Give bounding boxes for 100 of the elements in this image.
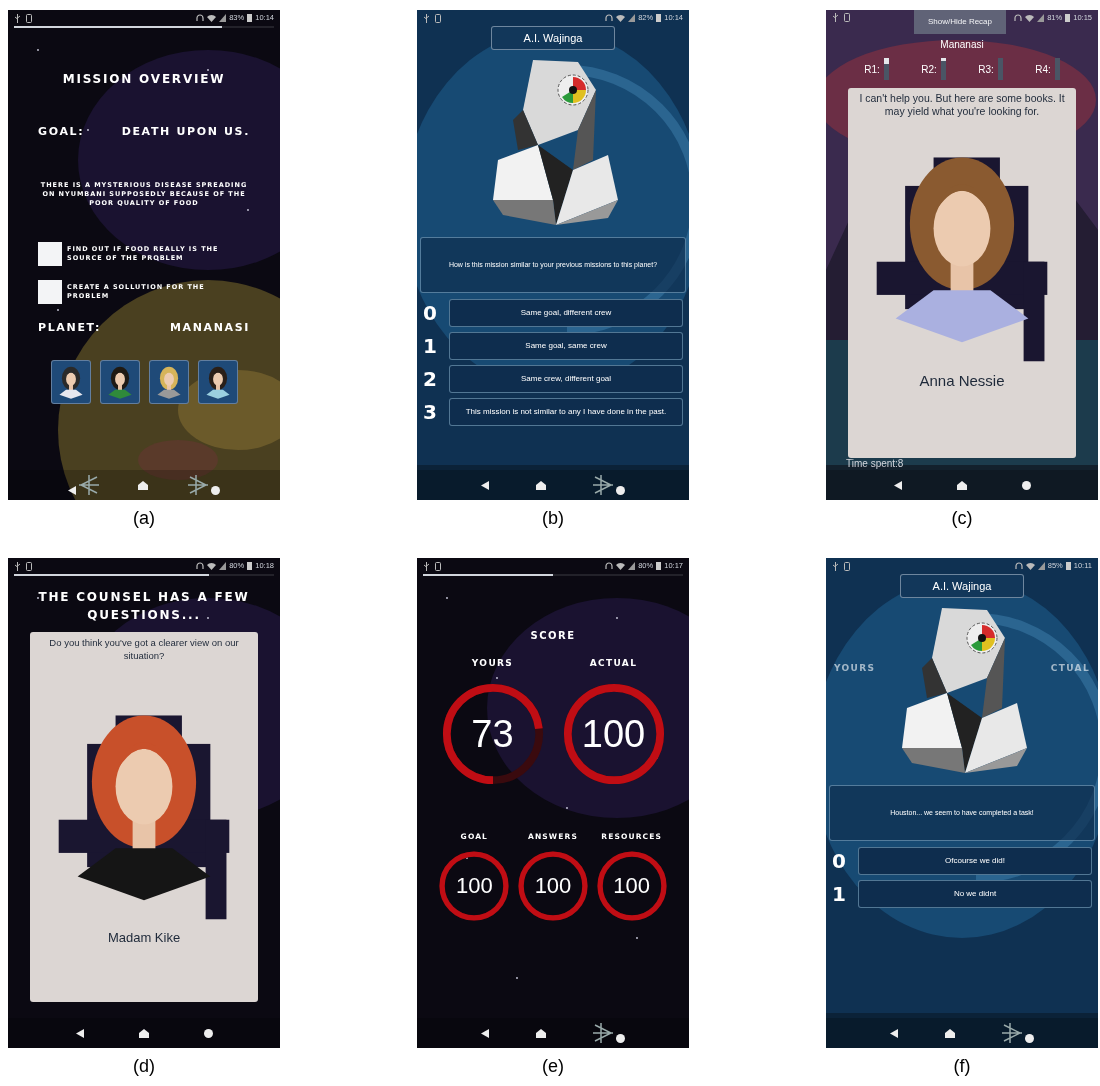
phone-icon [844, 561, 850, 571]
right-arrow-icon [188, 475, 211, 495]
usb-icon [832, 561, 839, 571]
battery-icon [247, 14, 253, 22]
wifi-icon [1025, 562, 1035, 570]
planet-label: PLANET: [38, 319, 102, 336]
planet-name: Mananasi [940, 39, 984, 50]
objective-checkbox[interactable] [38, 279, 62, 304]
circle-icon[interactable] [616, 486, 626, 495]
circle-icon[interactable] [1021, 480, 1031, 490]
circle-icon[interactable] [616, 1034, 626, 1043]
score-ring [518, 851, 588, 921]
circle-icon[interactable] [211, 486, 221, 495]
crew-portrait-button[interactable] [99, 360, 140, 404]
figure-caption: (e) [542, 1055, 564, 1078]
battery-icon [656, 562, 662, 570]
home-icon[interactable] [138, 1028, 149, 1038]
figure-caption: (b) [542, 507, 564, 530]
back-icon[interactable] [480, 1028, 489, 1038]
circle-icon[interactable] [203, 1028, 213, 1038]
usb-icon [423, 13, 430, 23]
phone-icon [26, 13, 32, 23]
screen-title: THE COUNSEL HAS A FEW QUESTIONS... [37, 589, 251, 624]
answer-option-button[interactable]: Same crew, different goal [449, 365, 683, 393]
score-value: 100 [534, 874, 572, 897]
usb-icon [14, 561, 21, 571]
headphones-icon [605, 14, 614, 22]
headphones-icon [1014, 562, 1023, 570]
wifi-icon [207, 14, 217, 22]
planet-name: MANANASI [169, 319, 250, 336]
option-number: 2 [423, 369, 439, 389]
time-spent-text: Time spent:8 [845, 458, 905, 470]
recap-toggle-button[interactable]: Show/Hide Recap [914, 10, 1006, 34]
resource-label: R2: [921, 62, 937, 77]
resource-label: R3: [978, 62, 994, 77]
back-icon[interactable] [480, 480, 489, 490]
resource-label: R1: [864, 62, 880, 77]
phone-icon [844, 13, 850, 22]
signal-icon [628, 14, 636, 22]
usb-icon [832, 13, 839, 22]
circle-icon[interactable] [1025, 1034, 1035, 1043]
score-value: 100 [455, 874, 493, 897]
speaker-name: A.I. Wajinga [932, 578, 992, 594]
faded-label: YOURS [834, 662, 876, 675]
answer-option-button[interactable]: Ofcourse we did! [858, 847, 1092, 875]
signal-icon [219, 562, 227, 570]
headphones-icon [605, 562, 614, 570]
faded-label: CTUAL [1050, 662, 1090, 675]
option-number: 1 [832, 884, 848, 904]
option-number: 0 [832, 851, 848, 871]
objective-checkbox[interactable] [38, 241, 62, 266]
answer-option-button[interactable]: Same goal, different crew [449, 299, 683, 327]
character-name: Madam Kike [107, 929, 181, 947]
option-number: 1 [423, 336, 439, 356]
back-icon[interactable] [75, 1028, 84, 1038]
battery-icon [247, 562, 253, 570]
answer-option-button[interactable]: Same goal, same crew [449, 332, 683, 360]
right-arrow-icon [1002, 1023, 1025, 1043]
home-icon[interactable] [536, 1028, 546, 1038]
score-label: YOURS [471, 657, 514, 670]
option-number: 3 [423, 402, 439, 422]
back-icon[interactable] [893, 480, 902, 490]
crew-portrait-button[interactable] [197, 360, 238, 404]
goal-label: GOAL: [38, 124, 85, 140]
right-arrow-icon [593, 1023, 616, 1043]
home-icon[interactable] [536, 480, 546, 490]
screen-title: SCORE [529, 629, 577, 643]
goal-text: DEATH UPON US. [121, 124, 250, 140]
score-value: 100 [613, 874, 650, 897]
back-icon[interactable] [889, 1028, 898, 1038]
signal-icon [1037, 13, 1045, 22]
right-arrow-icon [593, 475, 616, 495]
resource-meter [997, 58, 1003, 80]
crew-portrait-button[interactable] [50, 360, 91, 404]
left-arrow-icon [76, 475, 99, 495]
back-icon[interactable] [67, 486, 76, 495]
character-message: Do you think you've got a clearer view on our situation? [48, 636, 240, 662]
score-ring [597, 851, 667, 921]
wifi-icon [616, 14, 626, 22]
figure-caption: (f) [953, 1055, 971, 1078]
battery-icon [656, 14, 662, 22]
wifi-icon [207, 562, 217, 570]
resource-label: R4: [1035, 62, 1051, 77]
crew-portrait-button[interactable] [148, 360, 189, 404]
phone-icon [435, 561, 441, 571]
answer-option-button[interactable]: No we didnt [858, 880, 1092, 908]
screen-title: MISSION OVERVIEW [61, 71, 227, 88]
character-name: Anna Nessie [919, 371, 1005, 391]
home-icon[interactable] [945, 1028, 955, 1038]
figure-caption: (c) [951, 507, 973, 530]
answer-option-button[interactable]: This mission is not similar to any I have done in the past. [449, 398, 683, 426]
resource-meter [1054, 58, 1060, 80]
wifi-icon [1025, 13, 1035, 22]
signal-icon [628, 562, 636, 570]
wifi-icon [616, 562, 626, 570]
home-icon[interactable] [956, 480, 967, 490]
score-ring [439, 851, 509, 921]
phone-icon [26, 561, 32, 571]
score-value: 73 [471, 714, 514, 753]
figure-caption: (a) [133, 507, 155, 530]
